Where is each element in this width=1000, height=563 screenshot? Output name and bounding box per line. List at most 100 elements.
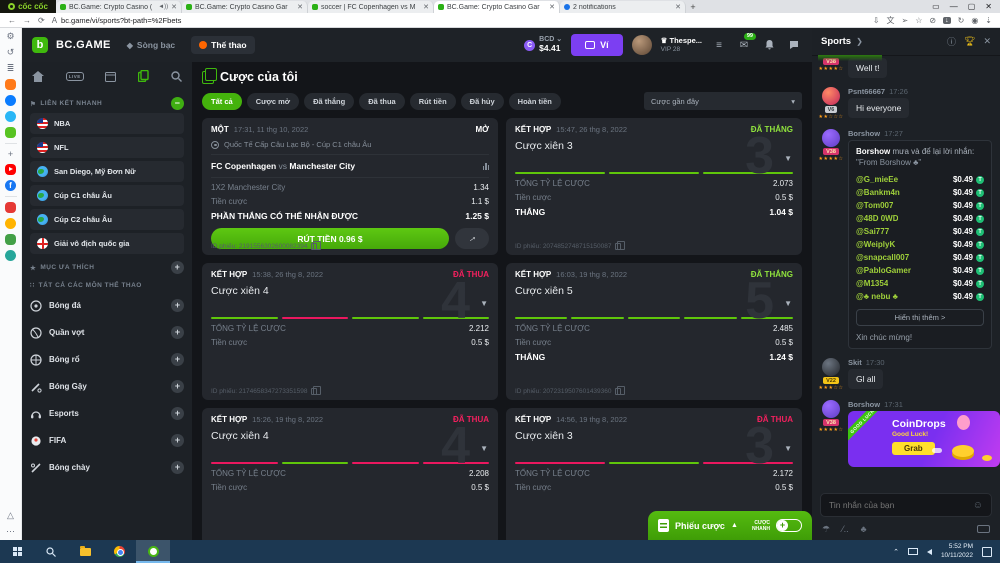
filter-cashout[interactable]: Rút tiền [410, 93, 456, 110]
sidebar-item-san-diego[interactable]: San Diego, Mỹ Đơn Nữ [30, 161, 184, 182]
expand-sport-button[interactable]: + [171, 353, 184, 366]
calendar-icon[interactable] [105, 71, 116, 82]
close-chat-icon[interactable]: ✕ [983, 36, 991, 47]
new-tab-button[interactable]: + [686, 0, 700, 13]
currency-selector[interactable]: C BCD ⌄ $4.41 [524, 36, 562, 53]
chat-input-box[interactable]: ☺ [820, 493, 992, 517]
sidebar-item-nfl[interactable]: NFL [30, 137, 184, 158]
facebook-icon[interactable]: f [5, 180, 16, 191]
volume-icon[interactable] [927, 549, 932, 555]
adblock-icon[interactable]: ⊘ [929, 16, 936, 25]
copy-icon[interactable] [311, 388, 317, 395]
nav-sports[interactable]: Thế thao [191, 36, 254, 54]
app-shortcut-icon[interactable] [5, 234, 16, 245]
bcgame-logo-text[interactable]: BC.GAME [56, 39, 111, 51]
recipient-name[interactable]: @WeiplyK [856, 240, 895, 249]
save-page-icon[interactable]: ⇩ [873, 16, 880, 25]
chat-message-input[interactable] [829, 500, 973, 510]
tab-close-icon[interactable]: ✕ [675, 3, 681, 11]
my-bets-icon[interactable] [138, 70, 149, 82]
chat-username[interactable]: Borshow [848, 400, 880, 409]
feed-icon[interactable]: ≣ [7, 63, 15, 74]
downloads-tray-icon[interactable]: ⇣ [985, 16, 992, 25]
browser-tab-4-active[interactable]: BC.Game: Crypto Casino Gar✕ [434, 1, 560, 13]
sync-icon[interactable]: ↻ [958, 16, 965, 25]
filter-all[interactable]: Tất cả [202, 93, 242, 110]
site-info-icon[interactable]: A [52, 16, 57, 25]
back-icon[interactable]: ← [8, 16, 16, 25]
home-icon[interactable] [32, 71, 44, 82]
recipient-name[interactable]: @Sai777 [856, 227, 889, 236]
bet-slip-button[interactable]: Phiếu cược ▲ CƯỢCNHANH [648, 511, 812, 540]
sidebar-item-basketball[interactable]: Bóng rổ+ [30, 346, 184, 373]
recipient-name[interactable]: @♣ nebu ♣ [856, 292, 898, 301]
recipient-name[interactable]: @Tom007 [856, 201, 893, 210]
sidebar-item-fifa[interactable]: FIFA+ [30, 427, 184, 454]
collapse-quick-links-button[interactable]: − [171, 97, 184, 110]
coccoc-logo[interactable]: cốc cốc [0, 0, 56, 13]
browser-tab-3[interactable]: soccer | FC Copenhagen vs M✕ [308, 1, 434, 13]
filter-open[interactable]: Cược mở [247, 93, 299, 110]
recipient-name[interactable]: @snapcall007 [856, 253, 909, 262]
user-avatar[interactable] [632, 35, 652, 55]
download-icon[interactable]: ↓ [943, 17, 951, 24]
sort-dropdown[interactable]: Cược gần đây▾ [644, 92, 802, 110]
mail-icon[interactable]: ✉99 [736, 39, 752, 52]
games-icon[interactable] [5, 127, 16, 138]
app-shortcut-icon[interactable] [5, 250, 16, 261]
browser-tab-1[interactable]: BC.Game: Crypto Casino (◄))✕ [56, 1, 182, 13]
copy-icon[interactable] [615, 388, 621, 395]
taskbar-clock[interactable]: 5:52 PM10/11/2022 [941, 543, 973, 559]
hot-icon[interactable] [5, 79, 16, 90]
bet-list-icon[interactable]: ≡ [711, 39, 727, 52]
avatar[interactable] [822, 87, 840, 105]
info-icon[interactable]: ⓘ [947, 35, 956, 48]
filter-won[interactable]: Đã thắng [304, 93, 354, 110]
wallet-button[interactable]: Ví [571, 34, 623, 56]
recipient-name[interactable]: @Bankm4n [856, 188, 900, 197]
stats-icon[interactable] [483, 163, 490, 170]
notifications-bell-icon[interactable] [761, 39, 777, 52]
add-shortcut-icon[interactable]: + [8, 149, 13, 159]
reader-mode-icon[interactable]: ▭ [932, 2, 940, 11]
chat-room-tab[interactable]: Sports [821, 36, 851, 47]
recipient-name[interactable]: @48D 0WD [856, 214, 898, 223]
sidebar-item-tennis[interactable]: Quần vợt+ [30, 319, 184, 346]
chat-username[interactable]: Psnt66667 [848, 87, 885, 96]
add-favorite-button[interactable]: + [171, 261, 184, 274]
recipient-name[interactable]: @G_mieEe [856, 175, 898, 184]
share-icon[interactable]: ➢ [902, 16, 909, 25]
zalo-icon[interactable] [5, 111, 16, 122]
bookmark-star-icon[interactable]: ☆ [915, 16, 922, 25]
avatar[interactable] [822, 358, 840, 376]
live-icon[interactable]: LIVE [66, 72, 84, 81]
sidebar-item-national-league[interactable]: Giải vô địch quốc gia [30, 233, 184, 254]
sidebar-item-cup-c1[interactable]: Cúp C1 châu Âu [30, 185, 184, 206]
chevron-down-icon[interactable]: ▼ [480, 444, 488, 453]
reload-icon[interactable]: ⟳ [38, 16, 45, 25]
sidebar-item-nba[interactable]: NBA [30, 113, 184, 134]
match-row[interactable]: FC Copenhagen vs Manchester City [211, 155, 489, 178]
address-bar[interactable]: Abc.game/vi/sports?bt-path=%2Fbets [52, 16, 866, 25]
chevron-down-icon[interactable]: ▼ [480, 299, 488, 308]
chevron-right-icon[interactable]: ❯ [856, 37, 863, 46]
app-shortcut-icon[interactable] [5, 218, 16, 229]
chat-username[interactable]: Borshow [848, 129, 880, 138]
taskbar-search-button[interactable] [34, 540, 68, 563]
chevron-down-icon[interactable]: ▼ [784, 154, 792, 163]
recipient-name[interactable]: @M1354 [856, 279, 888, 288]
minimize-button[interactable]: — [950, 2, 958, 11]
grab-button[interactable]: Grab [892, 442, 935, 455]
lucky-icon[interactable]: ♣ [861, 524, 867, 534]
expand-sport-button[interactable]: + [171, 326, 184, 339]
chat-toggle-icon[interactable] [786, 39, 802, 52]
share-bet-button[interactable]: → [455, 228, 489, 249]
sidebar-item-esports[interactable]: Esports+ [30, 400, 184, 427]
sidebar-item-cup-c2[interactable]: Cúp C2 châu Âu [30, 209, 184, 230]
settings-gear-icon[interactable]: ⚙ [6, 31, 14, 42]
expand-sport-button[interactable]: + [171, 380, 184, 393]
bcgame-logo-icon[interactable]: b [32, 37, 48, 53]
filter-refund[interactable]: Hoàn tiền [509, 93, 561, 110]
sidebar-item-baseball[interactable]: Bóng chày+ [30, 454, 184, 481]
browser-tab-2[interactable]: BC.Game: Crypto Casino Gar✕ [182, 1, 308, 13]
